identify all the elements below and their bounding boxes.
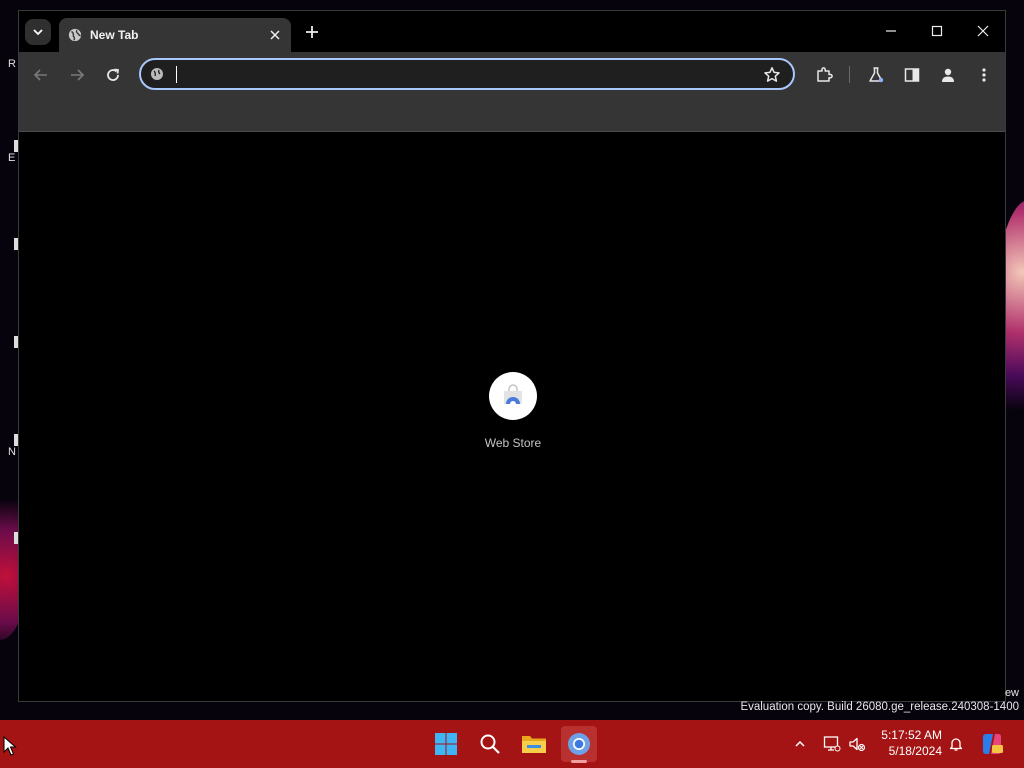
folder-icon (522, 736, 546, 753)
bookmark-star-icon[interactable] (763, 66, 781, 84)
windows-logo-icon (435, 733, 457, 755)
network-tray-button[interactable] (820, 732, 844, 756)
tab-close-button[interactable] (267, 27, 283, 43)
start-button[interactable] (428, 726, 464, 762)
extensions-button[interactable] (813, 64, 835, 86)
browser-toolbar (19, 52, 1005, 132)
clock-date: 5/18/2024 (888, 744, 942, 758)
copilot-button[interactable] (980, 732, 1004, 756)
search-icon (480, 734, 500, 754)
text-caret (176, 66, 177, 83)
network-icon (823, 736, 841, 752)
person-icon (942, 68, 954, 82)
taskbar: 5:17:52 AM 5/18/2024 (0, 720, 1024, 768)
search-button[interactable] (472, 726, 508, 762)
evaluation-watermark: Evaluation copy. Build 26080.ge_release.… (740, 701, 1019, 713)
labs-button[interactable] (865, 64, 887, 86)
toolbar-divider (849, 66, 850, 83)
desktop-icon-label: E (8, 152, 16, 164)
reload-button[interactable] (101, 63, 125, 87)
reload-icon (107, 68, 120, 81)
speaker-muted-icon (849, 737, 866, 752)
maximize-button[interactable] (917, 17, 957, 45)
globe-icon (68, 28, 82, 42)
clock-time: 5:17:52 AM (881, 728, 942, 742)
desktop-icon-label: N (8, 446, 16, 458)
flask-icon (869, 67, 884, 83)
active-app-indicator (571, 760, 587, 763)
back-button[interactable] (29, 63, 53, 87)
shortcut-web-store[interactable]: Web Store (473, 372, 553, 450)
menu-button[interactable] (973, 64, 995, 86)
tab-strip: New Tab (19, 11, 1005, 52)
clock[interactable]: 5:17:52 AM 5/18/2024 (868, 727, 942, 759)
minimize-button[interactable] (871, 17, 911, 45)
forward-button[interactable] (65, 63, 89, 87)
chrome-icon (568, 733, 590, 755)
chevron-up-icon (795, 740, 805, 747)
close-window-button[interactable] (963, 17, 1003, 45)
close-icon (977, 25, 989, 37)
desktop-icon-label: R (8, 58, 16, 70)
browser-window: New Tab Web Store (18, 10, 1006, 702)
watermark-fragment: ew (1004, 687, 1019, 699)
puzzle-icon (817, 67, 833, 82)
chrome-taskbar-button[interactable] (561, 726, 597, 762)
new-tab-page: Web Store (19, 132, 1005, 701)
maximize-icon (931, 25, 943, 37)
arrow-right-icon (71, 69, 85, 81)
more-vertical-icon (982, 68, 986, 82)
mouse-cursor-icon (3, 736, 17, 756)
tab-new-tab[interactable]: New Tab (59, 18, 291, 52)
new-tab-button[interactable] (301, 21, 323, 43)
close-icon (270, 30, 280, 40)
copilot-icon (983, 734, 1003, 754)
chevron-down-icon (33, 29, 43, 36)
file-explorer-button[interactable] (516, 726, 552, 762)
page-info-icon (151, 68, 163, 80)
profile-button[interactable] (937, 64, 959, 86)
web-store-icon (504, 384, 522, 404)
arrow-left-icon (33, 69, 47, 81)
side-panel-icon (904, 68, 920, 82)
address-bar[interactable] (139, 58, 795, 90)
tab-title: New Tab (90, 28, 139, 42)
side-panel-button[interactable] (901, 64, 923, 86)
volume-tray-button[interactable] (845, 732, 869, 756)
bell-icon (949, 738, 963, 751)
notifications-button[interactable] (944, 732, 968, 756)
address-input[interactable] (173, 64, 757, 86)
tab-search-button[interactable] (25, 19, 51, 45)
shortcut-label: Web Store (484, 436, 542, 450)
plus-icon (306, 26, 318, 38)
minimize-icon (886, 30, 896, 32)
show-hidden-icons-button[interactable] (788, 732, 812, 756)
shortcut-tile[interactable] (489, 372, 537, 420)
